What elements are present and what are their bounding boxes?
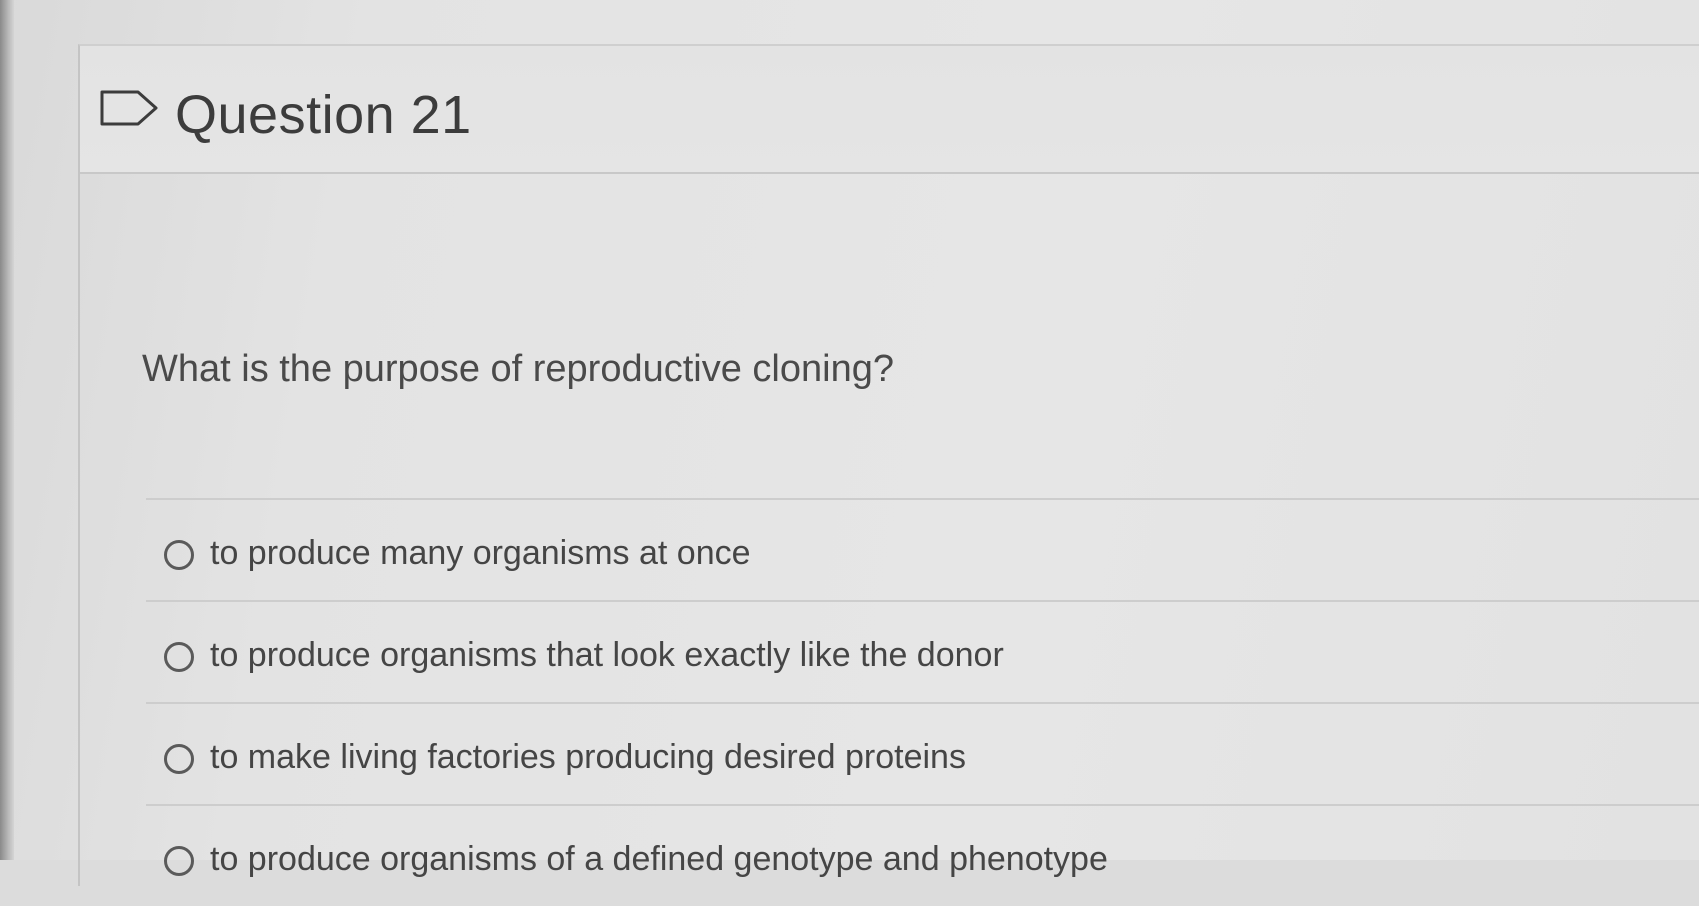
radio-button[interactable]	[164, 744, 194, 774]
radio-button[interactable]	[164, 642, 194, 672]
question-header: Question 21	[80, 46, 1699, 174]
screen: Question 21 What is the purpose of repro…	[0, 0, 1699, 886]
answer-label[interactable]: to produce organisms that look exactly l…	[210, 636, 1004, 675]
question-card: Question 21 What is the purpose of repro…	[78, 44, 1699, 886]
answer-label[interactable]: to produce many organisms at once	[210, 534, 751, 573]
answer-option[interactable]: to produce organisms of a defined genoty…	[146, 804, 1699, 906]
radio-button[interactable]	[164, 540, 194, 570]
answer-option[interactable]: to produce organisms that look exactly l…	[146, 600, 1699, 702]
answer-list: to produce many organisms at once to pro…	[146, 498, 1699, 906]
flag-outline-icon[interactable]	[98, 88, 162, 128]
left-bezel	[0, 0, 14, 860]
question-title: Question 21	[175, 85, 472, 145]
answer-label[interactable]: to make living factories producing desir…	[210, 738, 966, 777]
answer-option[interactable]: to make living factories producing desir…	[146, 702, 1699, 804]
radio-button[interactable]	[164, 846, 194, 876]
question-body: What is the purpose of reproductive clon…	[106, 172, 1699, 892]
question-text: What is the purpose of reproductive clon…	[142, 348, 894, 390]
answer-option[interactable]: to produce many organisms at once	[146, 498, 1699, 600]
